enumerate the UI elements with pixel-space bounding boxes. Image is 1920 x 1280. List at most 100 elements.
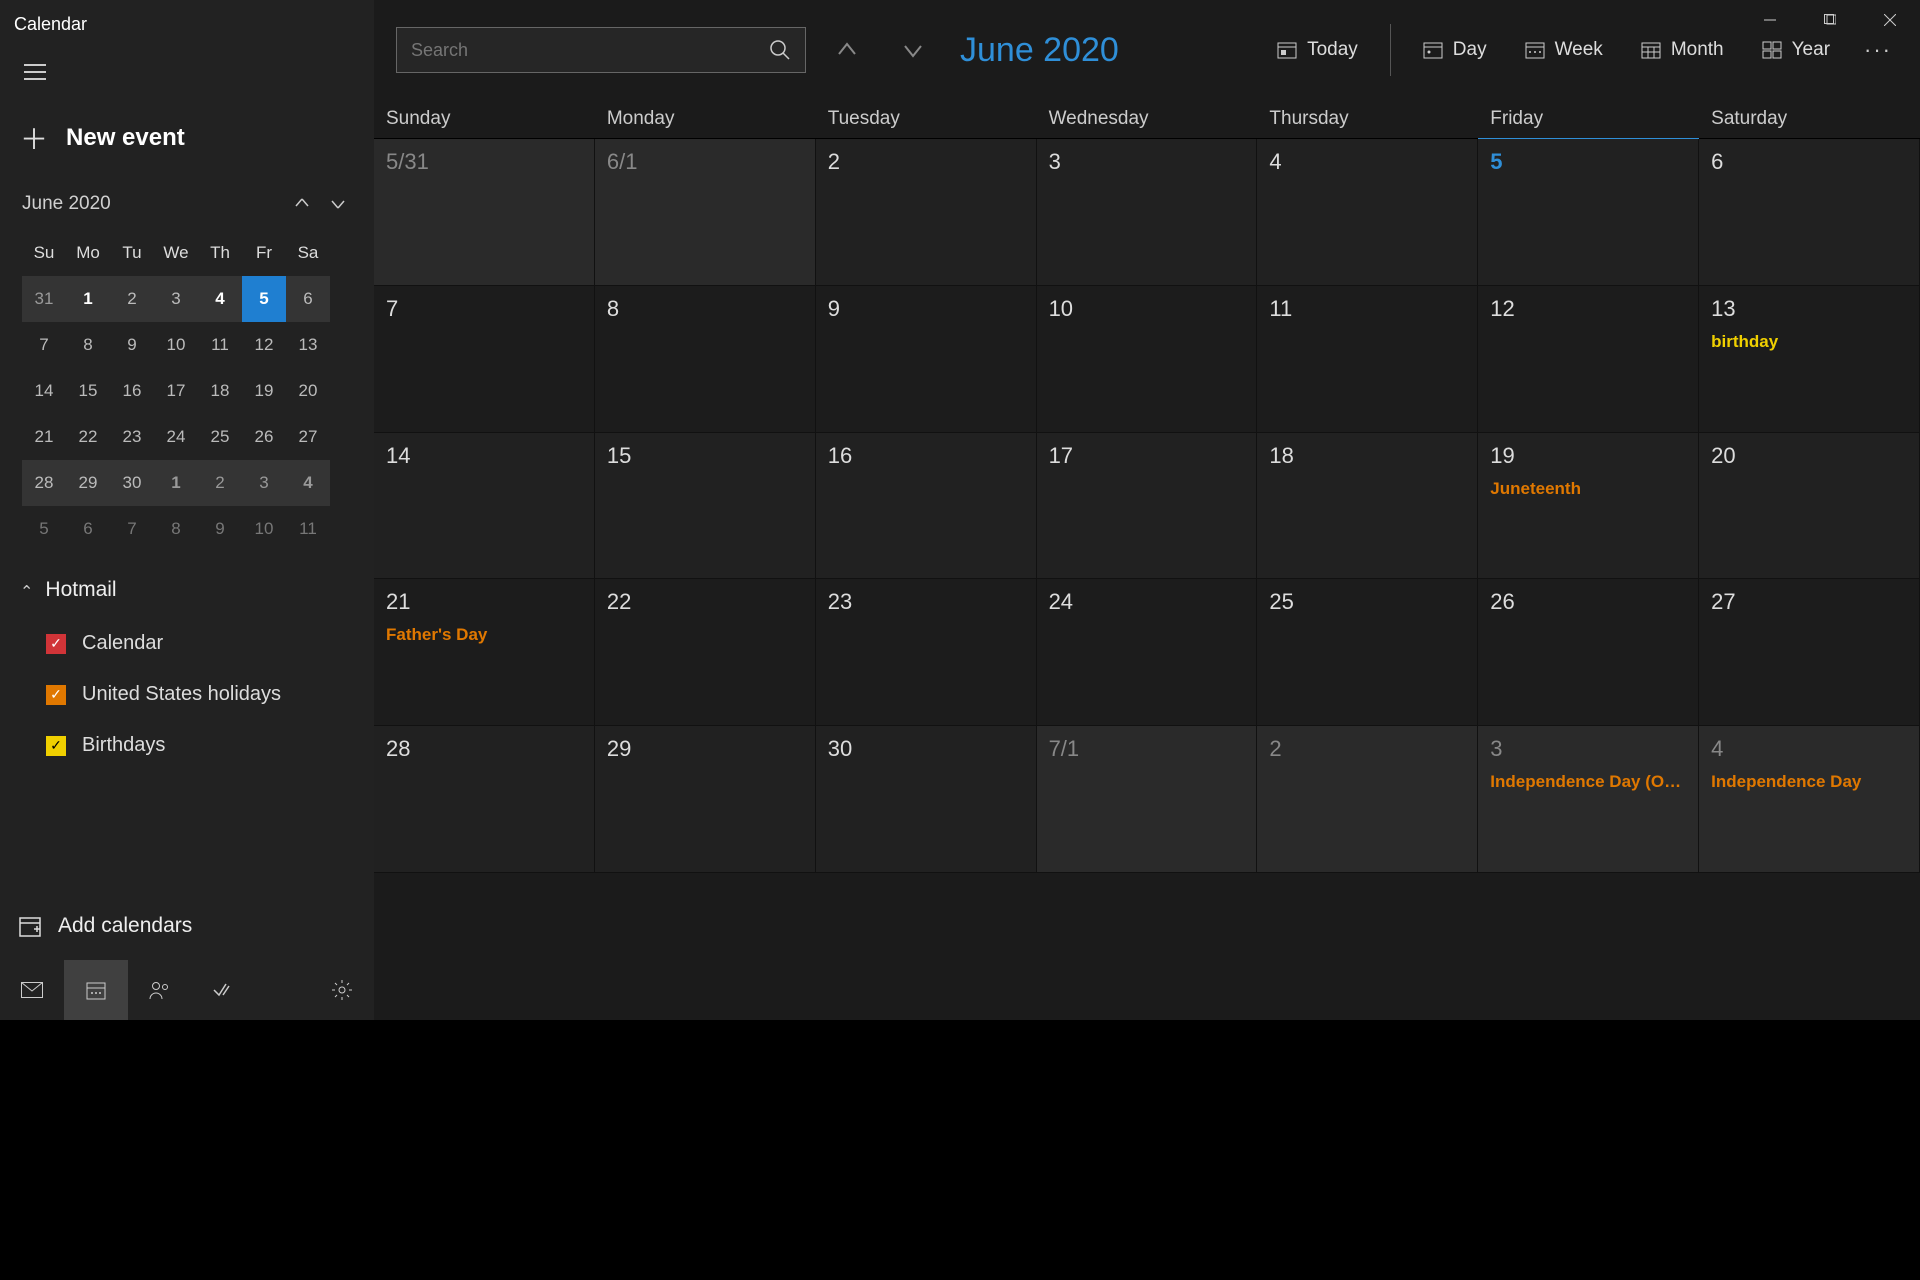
minimize-button[interactable] [1740, 0, 1800, 40]
day-cell[interactable]: 5/31 [374, 139, 595, 286]
day-cell[interactable]: 2 [1257, 726, 1478, 873]
mini-day-cell[interactable]: 10 [154, 322, 198, 368]
day-cell[interactable]: 15 [595, 433, 816, 580]
day-cell[interactable]: 14 [374, 433, 595, 580]
new-event-button[interactable]: ＋ New event [0, 96, 374, 180]
day-cell[interactable]: 20 [1699, 433, 1920, 580]
day-cell[interactable]: 18 [1257, 433, 1478, 580]
mini-day-cell[interactable]: 6 [66, 506, 110, 552]
mini-day-cell[interactable]: 27 [286, 414, 330, 460]
calendar-item[interactable]: ✓Birthdays [46, 734, 356, 757]
month-title[interactable]: June 2020 [960, 31, 1119, 70]
day-cell[interactable]: 8 [595, 286, 816, 433]
mini-day-cell[interactable]: 1 [154, 460, 198, 506]
mini-day-cell[interactable]: 18 [198, 368, 242, 414]
nav-mail-button[interactable] [0, 960, 64, 1020]
today-button[interactable]: Today [1267, 31, 1368, 69]
mini-day-cell[interactable]: 3 [154, 276, 198, 322]
day-cell[interactable]: 25 [1257, 579, 1478, 726]
mini-day-cell[interactable]: 8 [66, 322, 110, 368]
mini-day-cell[interactable]: 9 [198, 506, 242, 552]
day-cell[interactable]: 23 [816, 579, 1037, 726]
search-input[interactable] [411, 40, 769, 61]
mini-day-cell[interactable]: 14 [22, 368, 66, 414]
mini-day-cell[interactable]: 10 [242, 506, 286, 552]
mini-day-cell[interactable]: 31 [22, 276, 66, 322]
week-view-button[interactable]: Week [1515, 31, 1613, 69]
mini-day-cell[interactable]: 15 [66, 368, 110, 414]
mini-day-cell[interactable]: 6 [286, 276, 330, 322]
mini-day-cell[interactable]: 24 [154, 414, 198, 460]
mini-next-month-button[interactable] [320, 186, 356, 222]
day-cell[interactable]: 6/1 [595, 139, 816, 286]
mini-day-cell[interactable]: 25 [198, 414, 242, 460]
mini-day-cell[interactable]: 9 [110, 322, 154, 368]
day-cell[interactable]: 10 [1037, 286, 1258, 433]
day-cell[interactable]: 2 [816, 139, 1037, 286]
calendar-checkbox[interactable]: ✓ [46, 736, 66, 756]
mini-day-cell[interactable]: 1 [66, 276, 110, 322]
mini-day-cell[interactable]: 4 [198, 276, 242, 322]
mini-day-cell[interactable]: 12 [242, 322, 286, 368]
mini-calendar-title[interactable]: June 2020 [22, 193, 111, 215]
mini-day-cell[interactable]: 4 [286, 460, 330, 506]
day-cell[interactable]: 4 [1257, 139, 1478, 286]
mini-day-cell[interactable]: 11 [286, 506, 330, 552]
add-calendars-button[interactable]: Add calendars [0, 900, 374, 952]
month-view-button[interactable]: Month [1631, 31, 1734, 69]
day-cell[interactable]: 27 [1699, 579, 1920, 726]
mini-day-cell[interactable]: 19 [242, 368, 286, 414]
day-cell[interactable]: 7 [374, 286, 595, 433]
day-cell[interactable]: 30 [816, 726, 1037, 873]
mini-day-cell[interactable]: 5 [22, 506, 66, 552]
mini-day-cell[interactable]: 13 [286, 322, 330, 368]
nav-settings-button[interactable] [310, 960, 374, 1020]
mini-day-cell[interactable]: 20 [286, 368, 330, 414]
day-cell[interactable]: 3Independence Day (Observed) [1478, 726, 1699, 873]
mini-day-cell[interactable]: 28 [22, 460, 66, 506]
day-cell[interactable]: 9 [816, 286, 1037, 433]
day-view-button[interactable]: Day [1413, 31, 1497, 69]
calendar-item[interactable]: ✓Calendar [46, 632, 356, 655]
nav-people-button[interactable] [128, 960, 192, 1020]
mini-day-cell[interactable]: 2 [110, 276, 154, 322]
day-cell[interactable]: 21Father's Day [374, 579, 595, 726]
day-cell[interactable]: 12 [1478, 286, 1699, 433]
mini-day-cell[interactable]: 26 [242, 414, 286, 460]
event[interactable]: Father's Day [386, 625, 582, 645]
mini-day-cell[interactable]: 7 [110, 506, 154, 552]
day-cell[interactable]: 5 [1478, 139, 1699, 286]
day-cell[interactable]: 22 [595, 579, 816, 726]
day-cell[interactable]: 3 [1037, 139, 1258, 286]
more-button[interactable]: ··· [1858, 37, 1898, 63]
day-cell[interactable]: 29 [595, 726, 816, 873]
calendar-item[interactable]: ✓United States holidays [46, 683, 356, 706]
mini-day-cell[interactable]: 29 [66, 460, 110, 506]
event[interactable]: Juneteenth [1490, 479, 1686, 499]
maximize-button[interactable] [1800, 0, 1860, 40]
search-box[interactable] [396, 27, 806, 73]
day-cell[interactable]: 19Juneteenth [1478, 433, 1699, 580]
day-cell[interactable]: 28 [374, 726, 595, 873]
day-cell[interactable]: 26 [1478, 579, 1699, 726]
mini-day-cell[interactable]: 30 [110, 460, 154, 506]
account-toggle[interactable]: ⌄ Hotmail [0, 558, 374, 610]
day-cell[interactable]: 6 [1699, 139, 1920, 286]
calendar-checkbox[interactable]: ✓ [46, 634, 66, 654]
mini-day-cell[interactable]: 3 [242, 460, 286, 506]
day-cell[interactable]: 24 [1037, 579, 1258, 726]
mini-day-cell[interactable]: 21 [22, 414, 66, 460]
nav-calendar-button[interactable] [64, 960, 128, 1020]
day-cell[interactable]: 7/1 [1037, 726, 1258, 873]
prev-month-button[interactable] [822, 25, 872, 75]
day-cell[interactable]: 13birthday [1699, 286, 1920, 433]
mini-day-cell[interactable]: 22 [66, 414, 110, 460]
nav-todo-button[interactable] [192, 960, 256, 1020]
menu-button[interactable] [0, 48, 374, 96]
mini-day-cell[interactable]: 11 [198, 322, 242, 368]
mini-prev-month-button[interactable] [284, 186, 320, 222]
day-cell[interactable]: 4Independence Day [1699, 726, 1920, 873]
event[interactable]: birthday [1711, 332, 1907, 352]
mini-day-cell[interactable]: 8 [154, 506, 198, 552]
mini-day-cell[interactable]: 2 [198, 460, 242, 506]
